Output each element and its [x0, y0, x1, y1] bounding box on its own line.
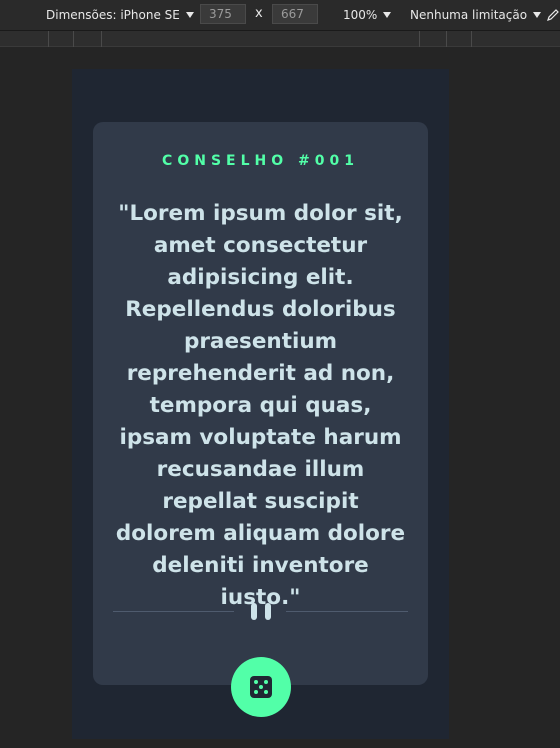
ruler-tick: [471, 31, 472, 47]
advice-card: CONSELHO #001 "Lorem ipsum dolor sit, am…: [93, 122, 428, 685]
pattern-divider: [113, 602, 408, 622]
chevron-down-icon: [383, 12, 392, 18]
height-input[interactable]: 667: [272, 4, 318, 24]
ruler-tick: [73, 31, 74, 47]
throttle-label: Nenhuma limitação: [410, 8, 528, 22]
ruler-tick: [419, 31, 420, 47]
zoom-label: 100%: [343, 8, 378, 22]
throttle-dropdown[interactable]: Nenhuma limitação: [410, 0, 542, 30]
dice-button[interactable]: [231, 657, 291, 717]
pen-icon[interactable]: [546, 0, 560, 30]
chevron-down-icon: [185, 12, 194, 18]
dimensions-label: Dimensões: iPhone SE: [46, 8, 180, 22]
ruler-tick: [101, 31, 102, 47]
advice-id: CONSELHO #001: [162, 153, 359, 169]
ruler-tick: [446, 31, 447, 47]
device-viewport: CONSELHO #001 "Lorem ipsum dolor sit, am…: [72, 69, 449, 739]
dice-icon: [250, 676, 272, 698]
width-input[interactable]: 375: [200, 4, 246, 24]
device-ruler: [0, 30, 560, 47]
times-sign: x: [255, 6, 263, 21]
zoom-dropdown[interactable]: 100%: [343, 0, 392, 30]
chevron-down-icon: [533, 12, 542, 18]
ruler-tick: [48, 31, 49, 47]
advice-quote: "Lorem ipsum dolor sit, amet consectetur…: [115, 201, 406, 610]
dimensions-dropdown[interactable]: Dimensões: iPhone SE: [46, 0, 194, 30]
divider-line-right: [286, 611, 408, 612]
divider-line-left: [113, 611, 234, 612]
devtools-toolbar: Dimensões: iPhone SE 375 x 667 100% Nenh…: [0, 0, 560, 30]
